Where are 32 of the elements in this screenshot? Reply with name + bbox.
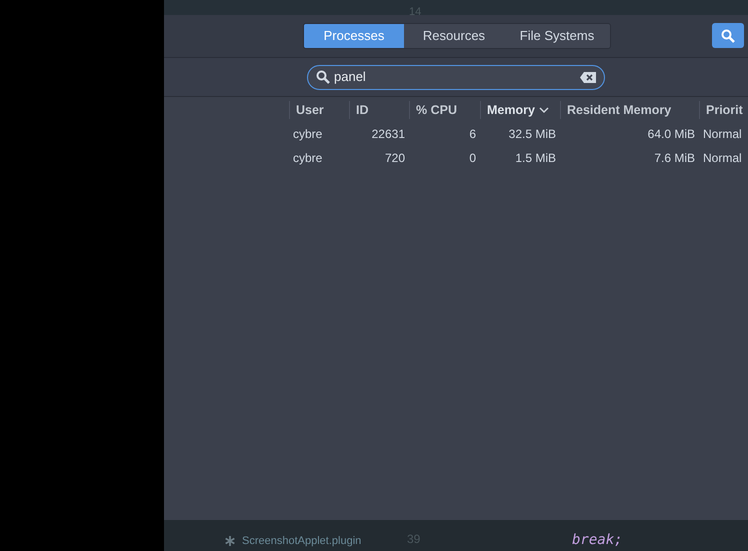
table-cell-text: 64.0 MiB xyxy=(646,126,696,143)
sort-icon xyxy=(538,106,549,114)
search-text: panel xyxy=(334,68,367,86)
table-cell-text: 6 xyxy=(468,126,477,143)
clear-icon[interactable] xyxy=(580,72,596,82)
column-header[interactable]: % CPU xyxy=(409,101,480,119)
search-button[interactable] xyxy=(712,23,744,48)
search-field[interactable]: panel xyxy=(307,64,605,90)
search-icon xyxy=(721,28,735,42)
table-cell-text: cybre xyxy=(292,126,324,143)
column-header[interactable]: User xyxy=(289,101,349,119)
table-cell-text: 7.6 MiB xyxy=(653,150,696,167)
code-text: break; xyxy=(572,531,623,550)
table-cell-text: Normal xyxy=(702,126,743,143)
search-icon xyxy=(316,70,330,84)
table-row[interactable]: cybre 22631 6 32.5 MiB 64.0 MiB Normal xyxy=(289,122,748,146)
table-cell-text: 0 xyxy=(468,150,477,167)
column-header[interactable]: ID xyxy=(349,101,409,119)
tab[interactable]: Resources xyxy=(404,24,504,48)
column-header[interactable]: Memory xyxy=(480,101,560,119)
table-cell-text: cybre xyxy=(292,150,324,167)
table-cell-text: 32.5 MiB xyxy=(508,126,557,143)
file-name: ScreenshotApplet.plugin xyxy=(242,534,362,549)
table-cell-text: 22631 xyxy=(370,126,406,143)
asterisk-icon xyxy=(225,536,235,546)
column-header[interactable]: Priorit xyxy=(699,101,748,119)
table-cell-text: 1.5 MiB xyxy=(514,150,557,167)
table-row[interactable]: cybre 720 0 1.5 MiB 7.6 MiB Normal xyxy=(289,146,748,170)
column-header[interactable]: Resident Memory xyxy=(560,101,699,119)
table-cell-text: Normal xyxy=(702,150,743,167)
table-cell-text: 720 xyxy=(384,150,406,167)
tab[interactable]: File Systems xyxy=(504,24,610,48)
